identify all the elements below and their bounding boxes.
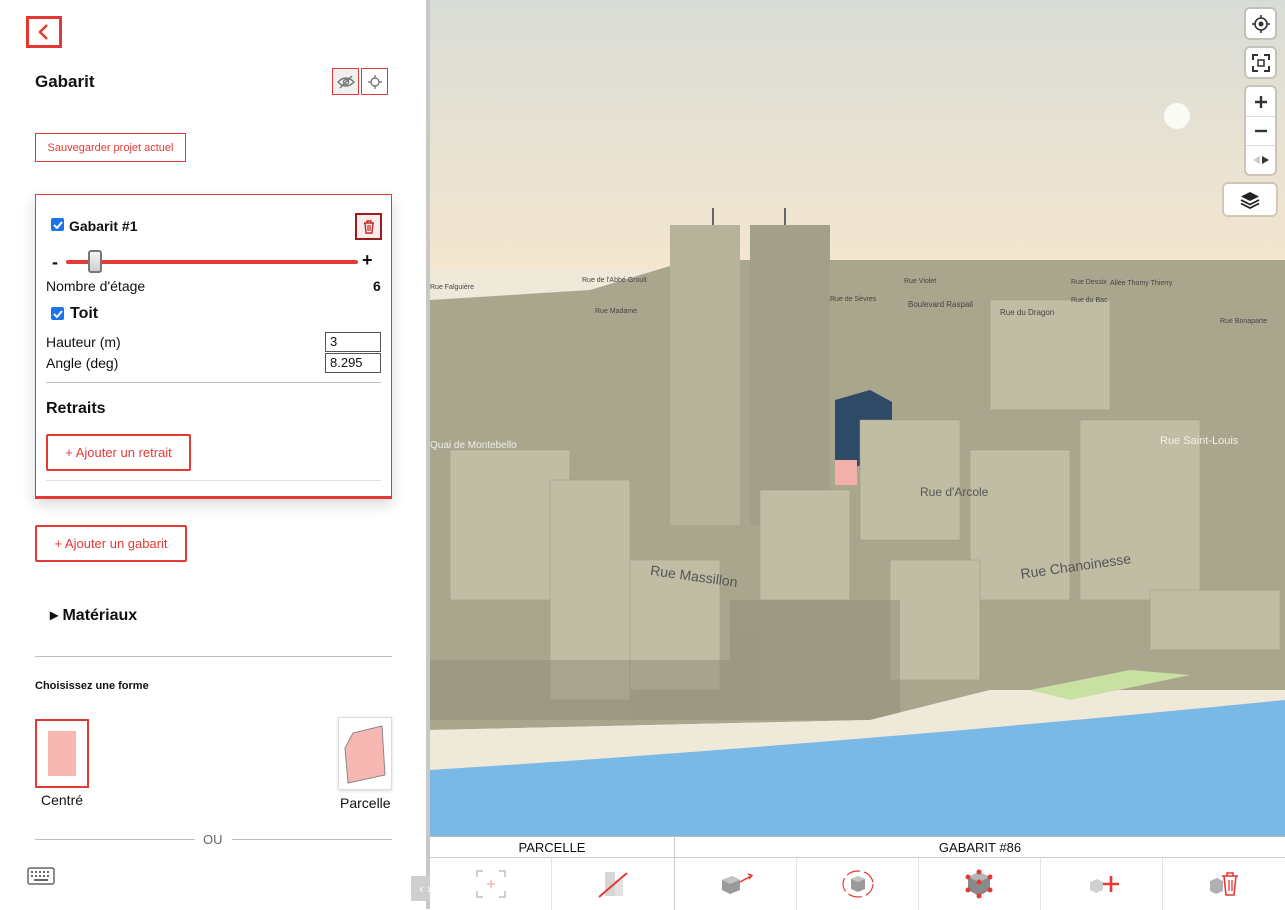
add-gabarit-tool[interactable]	[1041, 858, 1163, 910]
angle-input[interactable]: 8.295	[325, 353, 381, 373]
trash-icon	[363, 219, 374, 234]
or-label: OU	[203, 832, 223, 847]
map-view[interactable]: Rue de l'Abbé Groult Rue Falguière Rue M…	[430, 0, 1285, 836]
street-label: Boulevard Raspail	[908, 300, 973, 309]
gabarit-name: Gabarit #1	[69, 218, 138, 234]
increment-floors[interactable]: +	[362, 250, 373, 271]
height-label: Hauteur (m)	[46, 334, 121, 350]
street-label: Rue Bonaparte	[1220, 318, 1268, 325]
layers-icon	[1240, 191, 1260, 209]
save-project-button[interactable]: Sauvegarder projet actuel	[35, 133, 186, 162]
locate-icon	[1251, 14, 1270, 33]
divider	[46, 480, 381, 481]
remove-building-tool[interactable]	[552, 858, 675, 910]
delete-volume-icon	[1210, 872, 1238, 896]
crosshair-icon	[367, 74, 382, 89]
map-3d-scene	[430, 0, 1285, 836]
retraits-title: Retraits	[46, 400, 106, 417]
bottom-toolbar: PARCELLE GABARIT #86	[430, 836, 1285, 910]
geolocate-control[interactable]	[1246, 9, 1275, 38]
back-button[interactable]	[26, 16, 62, 48]
roof-label: Toit	[70, 305, 99, 322]
street-label: Rue de l'Abbé Groult	[582, 277, 647, 284]
rotate-volume-icon	[841, 870, 874, 898]
divider	[232, 839, 392, 840]
gabarit-section-title: GABARIT #86	[675, 837, 1285, 858]
gabarit-checkbox[interactable]	[51, 218, 64, 231]
divider	[35, 656, 392, 657]
keyboard-icon	[27, 867, 55, 885]
height-input[interactable]: 3	[325, 332, 381, 352]
check-icon	[52, 220, 63, 229]
street-label: Rue de Sèvres	[830, 296, 877, 303]
zoom-out-button[interactable]	[1246, 116, 1275, 145]
plus-icon	[1254, 95, 1267, 108]
rotate-gabarit-tool[interactable]	[797, 858, 919, 910]
parcel-shape-icon	[344, 724, 386, 784]
compass-button[interactable]	[1246, 145, 1275, 174]
check-icon	[52, 309, 63, 318]
street-label: Rue Saint-Louis	[1160, 435, 1239, 447]
chevron-left-icon	[38, 24, 48, 40]
gabarit-card: Gabarit #1 - + Nombre d'étage 6 Toit Hau…	[35, 194, 392, 499]
street-label: Rue Dessix	[1071, 279, 1107, 286]
minus-icon	[1254, 129, 1267, 133]
move-gabarit-tool[interactable]	[675, 858, 797, 910]
zoom-in-button[interactable]	[1246, 87, 1275, 116]
center-shape-icon	[48, 731, 76, 776]
delete-gabarit-button[interactable]	[355, 213, 382, 240]
fullscreen-control[interactable]	[1246, 48, 1275, 77]
divider	[35, 839, 195, 840]
no-building-icon	[598, 872, 628, 898]
floors-value: 6	[373, 278, 381, 294]
add-volume-icon	[1089, 876, 1119, 893]
layers-button[interactable]	[1224, 184, 1276, 215]
street-label: Rue du Bac	[1071, 297, 1108, 304]
materials-toggle[interactable]: ▸ Matériaux	[50, 605, 137, 625]
angle-label: Angle (deg)	[46, 355, 119, 371]
divider	[46, 382, 381, 383]
select-parcel-tool[interactable]	[430, 858, 552, 910]
toggle-visibility-button[interactable]	[332, 68, 359, 95]
floors-slider-thumb[interactable]	[88, 250, 103, 273]
select-frame-icon	[475, 870, 506, 898]
street-label: Rue Violet	[904, 278, 937, 285]
street-label: Rue du Dragon	[1000, 308, 1055, 317]
shape-parcel-option[interactable]	[338, 717, 392, 790]
add-gabarit-button[interactable]: + Ajouter un gabarit	[35, 525, 187, 562]
street-label: Quai de Montebello	[430, 440, 517, 451]
shape-title: Choisissez une forme	[35, 680, 149, 692]
parcel-section-title: PARCELLE	[430, 837, 675, 858]
delete-gabarit-tool[interactable]	[1163, 858, 1285, 910]
fullscreen-icon	[1251, 53, 1270, 72]
shape-center-option[interactable]	[35, 719, 89, 788]
floors-slider[interactable]	[66, 260, 358, 264]
sidebar: Gabarit Sauvegarder projet actuel Gabari…	[0, 0, 426, 909]
street-label: Rue Madame	[595, 308, 638, 315]
locate-button[interactable]	[361, 68, 388, 95]
edit-vertices-tool[interactable]	[919, 858, 1041, 910]
floors-label: Nombre d'étage	[46, 278, 146, 294]
zoom-control[interactable]	[1246, 87, 1275, 174]
keyboard-button[interactable]	[27, 867, 55, 890]
decrement-floors[interactable]: -	[52, 252, 58, 273]
shape-center-label: Centré	[41, 792, 84, 808]
vertex-edit-icon	[965, 869, 992, 899]
add-retrait-button[interactable]: + Ajouter un retrait	[46, 434, 191, 471]
street-label: Rue d'Arcole	[920, 485, 989, 499]
street-label: Rue Falguière	[430, 284, 474, 291]
shape-parcel-label: Parcelle	[340, 795, 391, 811]
eye-off-icon	[336, 75, 355, 88]
street-label: Allée Thomy Thierry	[1110, 280, 1173, 287]
roof-checkbox[interactable]	[51, 307, 64, 320]
compass-icon	[1252, 156, 1269, 164]
page-title: Gabarit	[35, 72, 95, 91]
move-volume-icon	[721, 873, 753, 894]
